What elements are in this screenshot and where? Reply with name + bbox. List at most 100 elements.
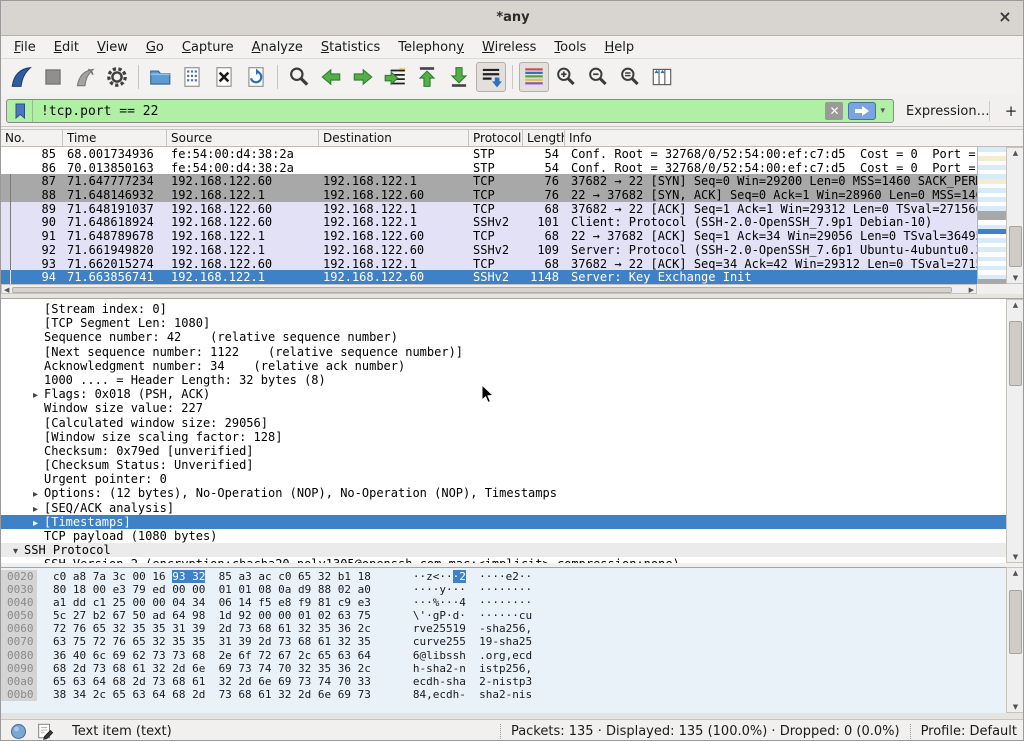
capture-comment-button[interactable] <box>36 722 54 740</box>
expert-info-button[interactable] <box>10 723 27 740</box>
scrollbar-thumb[interactable] <box>1009 321 1022 387</box>
scrollbar-thumb[interactable] <box>1009 226 1022 267</box>
detail-tree-item[interactable]: [Window size scaling factor: 128] <box>1 430 1024 444</box>
detail-vscrollbar[interactable]: ▲ ▼ <box>1006 299 1024 563</box>
go-first-packet-button[interactable] <box>412 62 442 92</box>
hex-ascii[interactable]: ··z<···2 ····e2·· <box>413 570 532 583</box>
packet-list-vscrollbar[interactable]: ▲ ▼ <box>1006 147 1024 284</box>
reload-file-button[interactable] <box>241 62 271 92</box>
column-header-time[interactable]: Time <box>63 130 167 146</box>
hex-bytes[interactable]: c0 a8 7a 3c 00 16 93 32 85 a3 ac c0 65 3… <box>53 570 371 583</box>
menu-item[interactable]: Capture <box>173 38 243 57</box>
scroll-right-icon[interactable]: ▶ <box>969 286 974 294</box>
hex-row[interactable]: 00b0 38 34 2c 65 63 64 68 2d 73 68 61 32… <box>1 688 1024 701</box>
hex-bytes[interactable]: 68 2d 73 68 61 32 2d 6e 69 73 74 70 32 3… <box>53 662 371 675</box>
capture-options-button[interactable] <box>102 62 132 92</box>
scroll-up-icon[interactable]: ▲ <box>1007 569 1024 577</box>
menu-item[interactable]: Wireless <box>473 38 545 57</box>
go-back-button[interactable] <box>316 62 346 92</box>
menu-item[interactable]: Help <box>595 38 643 57</box>
detail-tree-item[interactable]: [Stream index: 0] <box>1 302 1024 316</box>
menu-item[interactable]: Statistics <box>312 38 389 57</box>
scroll-down-icon[interactable]: ▼ <box>1007 274 1024 282</box>
detail-tree-item[interactable]: [Checksum Status: Unverified] <box>1 458 1024 472</box>
detail-tree-item[interactable]: Sequence number: 42 (relative sequence n… <box>1 330 1024 344</box>
expand-arrow-icon[interactable]: ▸ <box>27 503 44 515</box>
display-filter-input[interactable]: !tcp.port == 22 ✕ ▾ <box>6 99 894 123</box>
scroll-up-icon[interactable]: ▲ <box>1007 301 1024 309</box>
go-last-packet-button[interactable] <box>444 62 474 92</box>
column-header-length[interactable]: Length <box>523 130 565 146</box>
hex-vscrollbar[interactable]: ▲ ▼ <box>1006 567 1024 713</box>
filter-value[interactable]: !tcp.port == 22 <box>33 104 825 119</box>
scrollbar-thumb[interactable] <box>1009 590 1022 655</box>
scroll-down-icon[interactable]: ▼ <box>1007 553 1024 561</box>
hex-bytes[interactable]: 65 63 64 68 2d 73 68 61 32 2d 6e 69 73 7… <box>53 675 371 688</box>
hex-bytes[interactable]: a1 dd c1 25 00 00 04 34 06 14 f5 e8 f9 8… <box>53 596 371 609</box>
packet-row[interactable]: 91 71.648789678 192.168.122.1 192.168.12… <box>1 229 977 243</box>
go-forward-button[interactable] <box>348 62 378 92</box>
packet-row[interactable]: 89 71.648191037 192.168.122.60 192.168.1… <box>1 202 977 216</box>
column-header-source[interactable]: Source <box>167 130 319 146</box>
menu-item[interactable]: Tools <box>545 38 595 57</box>
close-button[interactable]: × <box>995 7 1015 27</box>
hex-ascii[interactable]: curve255 19-sha25 <box>413 635 532 648</box>
detail-tree-item[interactable]: Acknowledgment number: 34 (relative ack … <box>1 359 1024 373</box>
column-header-protocol[interactable]: Protocol <box>469 130 523 146</box>
resize-columns-button[interactable] <box>647 62 677 92</box>
hex-row[interactable]: 0090 68 2d 73 68 61 32 2d 6e 69 73 74 70… <box>1 662 1024 675</box>
detail-tree-item[interactable]: TCP payload (1080 bytes) <box>1 529 1024 543</box>
filter-dropdown-caret[interactable]: ▾ <box>880 106 885 116</box>
packet-row[interactable]: 86 70.013850163 fe:54:00:d4:38:2a STP 54… <box>1 161 977 175</box>
detail-tree-item[interactable]: ▸[Timestamps] <box>1 515 1024 529</box>
menu-item[interactable]: Analyze <box>243 38 312 57</box>
hex-row[interactable]: 0050 5c 27 b2 67 50 ad 64 98 1d 92 00 00… <box>1 609 1024 622</box>
packet-row[interactable]: 93 71.662015274 192.168.122.60 192.168.1… <box>1 257 977 271</box>
start-capture-button[interactable] <box>6 62 36 92</box>
hex-bytes[interactable]: 80 18 00 e3 79 ed 00 00 01 01 08 0a d9 8… <box>53 583 371 596</box>
hex-row[interactable]: 0080 36 40 6c 69 62 73 73 68 2e 6f 72 67… <box>1 649 1024 662</box>
menu-item[interactable]: Edit <box>45 38 88 57</box>
hex-row[interactable]: 0030 80 18 00 e3 79 ed 00 00 01 01 08 0a… <box>1 583 1024 596</box>
filter-add-button[interactable]: + <box>1001 100 1021 122</box>
hex-ascii[interactable]: ecdh-sha 2-nistp3 <box>413 675 532 688</box>
auto-scroll-button[interactable] <box>476 62 506 92</box>
scroll-left-icon[interactable]: ◀ <box>4 286 9 294</box>
menu-item[interactable]: View <box>88 38 137 57</box>
filter-apply-button[interactable] <box>848 102 876 120</box>
detail-tree-item[interactable]: ▾SSH Protocol <box>1 543 1024 557</box>
save-file-button[interactable] <box>177 62 207 92</box>
hex-bytes[interactable]: 63 75 72 76 65 32 35 35 31 39 2d 73 68 6… <box>53 635 371 648</box>
stop-capture-button[interactable] <box>38 62 68 92</box>
scrollbar-thumb[interactable] <box>12 287 952 293</box>
hex-row[interactable]: 0070 63 75 72 76 65 32 35 35 31 39 2d 73… <box>1 635 1024 648</box>
hex-ascii[interactable]: rve25519 -sha256, <box>413 622 532 635</box>
hex-ascii[interactable]: ····y··· ········ <box>413 583 532 596</box>
hex-ascii[interactable]: 6@libssh .org,ecd <box>413 649 532 662</box>
expand-arrow-icon[interactable]: ▸ <box>27 389 44 401</box>
detail-tree-item[interactable]: ▸Options: (12 bytes), No-Operation (NOP)… <box>1 486 1024 500</box>
packet-row[interactable]: 85 68.001734936 fe:54:00:d4:38:2a STP 54… <box>1 147 977 161</box>
packet-row[interactable]: 88 71.648146932 192.168.122.1 192.168.12… <box>1 188 977 202</box>
zoom-out-button[interactable] <box>583 62 613 92</box>
detail-tree-item[interactable]: ▸[SEQ/ACK analysis] <box>1 501 1024 515</box>
hex-ascii[interactable]: \'·gP·d· ······cu <box>413 609 532 622</box>
expand-arrow-icon[interactable]: ▾ <box>7 545 24 557</box>
packet-list-hscrollbar[interactable]: ◀ ▶ <box>1 284 977 294</box>
column-header-destination[interactable]: Destination <box>319 130 469 146</box>
packet-row[interactable]: 90 71.648618924 192.168.122.60 192.168.1… <box>1 215 977 229</box>
restart-capture-button[interactable] <box>70 62 100 92</box>
go-to-packet-button[interactable] <box>380 62 410 92</box>
detail-tree-item[interactable]: ▸Flags: 0x018 (PSH, ACK) <box>1 387 1024 401</box>
zoom-in-button[interactable] <box>551 62 581 92</box>
hex-row[interactable]: 0060 72 76 65 32 35 35 31 39 2d 73 68 61… <box>1 622 1024 635</box>
scroll-down-icon[interactable]: ▼ <box>1007 703 1024 711</box>
menu-item[interactable]: File <box>5 38 45 57</box>
column-header-info[interactable]: Info <box>565 130 1024 146</box>
detail-tree-item[interactable]: ▸SSH Version 2 (encryption:chacha20_poly… <box>1 557 1024 563</box>
packet-row[interactable]: 92 71.661949820 192.168.122.1 192.168.12… <box>1 243 977 257</box>
find-packet-button[interactable] <box>284 62 314 92</box>
scroll-up-icon[interactable]: ▲ <box>1007 149 1024 157</box>
zoom-reset-button[interactable] <box>615 62 645 92</box>
colorize-packets-button[interactable] <box>519 62 549 92</box>
